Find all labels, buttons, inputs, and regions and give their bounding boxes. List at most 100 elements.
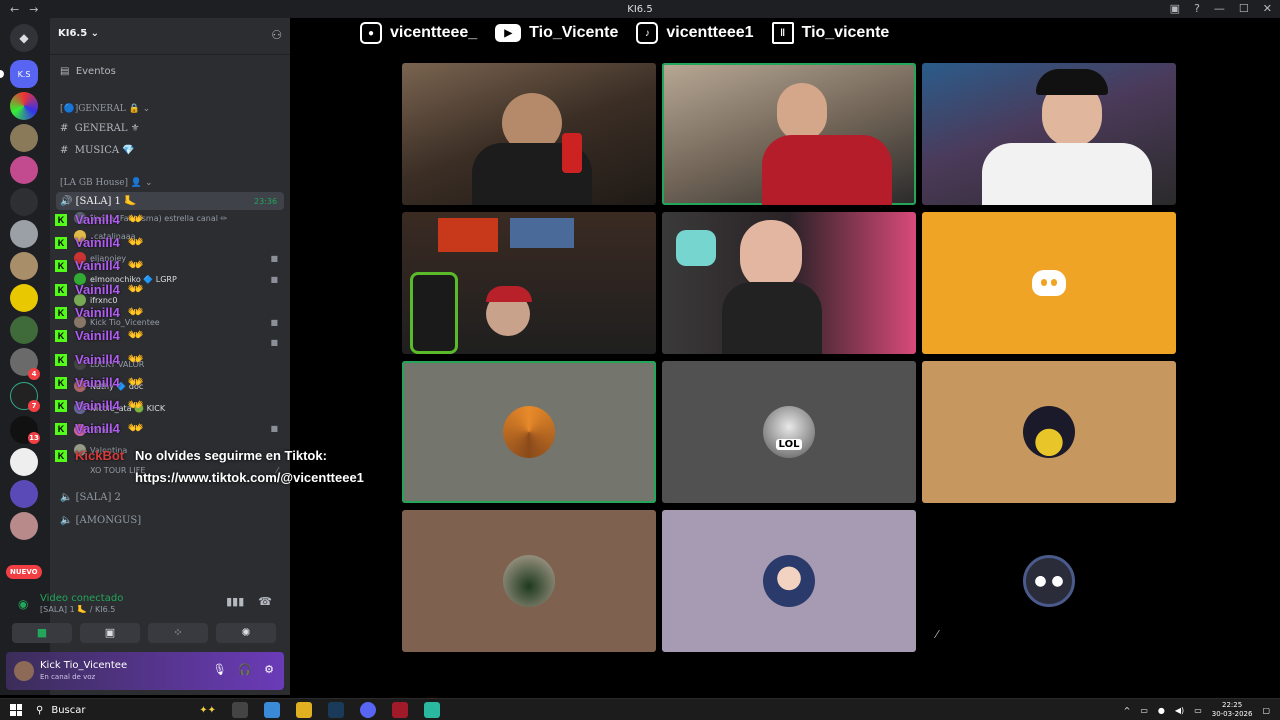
category-general[interactable]: [🔵]GENERAL 🔒 ⌄ <box>60 104 150 114</box>
volume-icon[interactable]: ◀) <box>1175 706 1184 715</box>
participant-avatar <box>503 406 555 458</box>
chat-username: Vainill4 <box>75 235 120 250</box>
server-icon[interactable] <box>10 124 38 152</box>
video-tile[interactable] <box>922 361 1176 503</box>
invite-icon[interactable]: ⚇ <box>271 28 282 42</box>
video-tile-speaking[interactable] <box>662 63 916 205</box>
soundboard-button[interactable]: ✺ <box>216 623 276 643</box>
channel-musica[interactable]: # MUSICA 💎 <box>60 145 135 156</box>
video-tile-speaking[interactable] <box>402 361 656 503</box>
voice-location[interactable]: [SALA] 1 🦶 / KI6.5 <box>40 605 115 614</box>
server-icon[interactable] <box>10 188 38 216</box>
chat-emote: 👐 <box>127 235 144 250</box>
obs-icon[interactable] <box>392 702 408 718</box>
participant-video <box>486 286 532 302</box>
video-tile[interactable]: ● ● ⁄ <box>922 510 1176 652</box>
video-tile[interactable] <box>402 510 656 652</box>
video-tile[interactable] <box>402 63 656 205</box>
discord-logo-icon <box>1032 270 1066 296</box>
file-explorer-icon[interactable] <box>296 702 312 718</box>
server-ks-label: K.S <box>17 69 31 79</box>
microphone-icon[interactable]: 🎙 <box>212 663 226 676</box>
events-item[interactable]: ▤ Eventos <box>60 66 116 77</box>
tray-chevron-icon[interactable]: ^ <box>1124 706 1131 715</box>
selected-indicator <box>0 70 4 78</box>
server-icon[interactable] <box>10 512 38 540</box>
server-icon[interactable] <box>10 284 38 312</box>
new-badge[interactable]: NUEVO <box>6 565 42 579</box>
server-icon[interactable] <box>10 220 38 248</box>
channel-musica-label: MUSICA 💎 <box>74 145 135 156</box>
video-tile[interactable] <box>922 63 1176 205</box>
twitch-handle: ‖ Tio_vicente <box>771 22 889 44</box>
notifications-icon[interactable]: ▢ <box>1262 706 1270 715</box>
chat-emote: 👐 <box>127 375 144 390</box>
server-icon[interactable] <box>10 156 38 184</box>
chat-username: Vainill4 <box>75 398 120 413</box>
discord-taskbar-icon[interactable] <box>360 702 376 718</box>
discord-home-icon[interactable]: ◆ <box>10 24 38 52</box>
server-icon[interactable] <box>10 92 38 120</box>
video-tile[interactable] <box>922 212 1176 354</box>
screen-share-button[interactable]: ▣ <box>80 623 140 643</box>
chat-emote: 👐 <box>127 421 144 436</box>
task-view-icon[interactable] <box>232 702 248 718</box>
inbox-icon[interactable]: ▣ <box>1170 2 1180 15</box>
activities-icon: ⁘ <box>173 626 183 639</box>
participant-avatar <box>763 555 815 607</box>
steam-icon[interactable] <box>328 702 344 718</box>
camera-button[interactable]: ■ <box>12 623 72 643</box>
microphone-tray-icon[interactable]: ● <box>1158 706 1165 715</box>
voice-channel-sala1[interactable]: 🔊 [SALA] 1 🦶 <box>60 196 137 207</box>
clock[interactable]: 22:25 30-03-2026 <box>1212 701 1253 719</box>
voice-status: Video conectado <box>40 593 124 604</box>
chat-emote: 👐 <box>127 282 144 297</box>
store-icon[interactable] <box>264 702 280 718</box>
channel-general[interactable]: # GENERAL ⚜ <box>60 123 140 134</box>
start-button[interactable] <box>10 704 22 716</box>
taskbar-search[interactable]: ⚲ Buscar ✦✦ <box>36 702 216 718</box>
chat-username: Vainill4 <box>75 212 120 227</box>
kick-icon: K <box>55 449 67 462</box>
clock-date: 30-03-2026 <box>1211 710 1253 718</box>
display-icon[interactable]: ▭ <box>1194 706 1202 715</box>
server-ks[interactable]: K.S <box>10 60 38 88</box>
video-tile[interactable] <box>662 212 916 354</box>
server-icon[interactable] <box>10 252 38 280</box>
user-name: Kick Tio_Vicentee <box>40 660 128 671</box>
server-name[interactable]: KI6.5 ⌄ <box>58 28 99 39</box>
server-icon[interactable] <box>10 480 38 508</box>
chat-username: Vainill4 <box>75 282 120 297</box>
user-avatar[interactable] <box>14 661 34 681</box>
chat-emote: 👐 <box>127 305 144 320</box>
server-icon[interactable] <box>10 448 38 476</box>
app-icon[interactable] <box>424 702 440 718</box>
noise-suppression-icon[interactable]: ▮▮▮ <box>226 595 244 608</box>
avatar-label: LOL <box>775 438 803 450</box>
tiktok-label: vicentteee1 <box>666 24 754 41</box>
chat-message: K Vainill4 👐 <box>55 212 144 227</box>
video-tile[interactable] <box>662 510 916 652</box>
settings-gear-icon[interactable]: ⚙ <box>264 663 274 676</box>
category-house[interactable]: [LA GB House] 👤 ⌄ <box>60 178 153 188</box>
activities-button[interactable]: ⁘ <box>148 623 208 643</box>
maximize-button[interactable]: ☐ <box>1239 2 1249 15</box>
network-icon[interactable]: ▭ <box>1140 706 1148 715</box>
notification-badge: 7 <box>28 400 40 412</box>
video-camera-icon: ■ <box>36 626 48 639</box>
server-icon[interactable] <box>10 316 38 344</box>
kick-icon: K <box>55 283 67 296</box>
youtube-label: Tio_Vicente <box>529 24 619 41</box>
minimize-button[interactable]: — <box>1214 2 1225 15</box>
video-tile[interactable] <box>402 212 656 354</box>
video-tile[interactable]: LOL <box>662 361 916 503</box>
disconnect-icon[interactable]: ☎ <box>258 595 272 608</box>
screen-share-icon: ▣ <box>104 626 116 639</box>
close-button[interactable]: ✕ <box>1263 2 1272 15</box>
help-icon[interactable]: ? <box>1194 2 1200 15</box>
chat-message: K Vainill4 👐 <box>55 258 144 273</box>
voice-channel-sala1-label: [SALA] 1 🦶 <box>75 196 137 207</box>
chat-message: K Vainill4 👐 <box>55 375 144 390</box>
headphones-icon[interactable]: 🎧 <box>238 663 252 676</box>
windows-taskbar: ⚲ Buscar ✦✦ ^ ▭ ● ◀) ▭ 22:25 30-03-2026 ▢ <box>0 698 1280 720</box>
